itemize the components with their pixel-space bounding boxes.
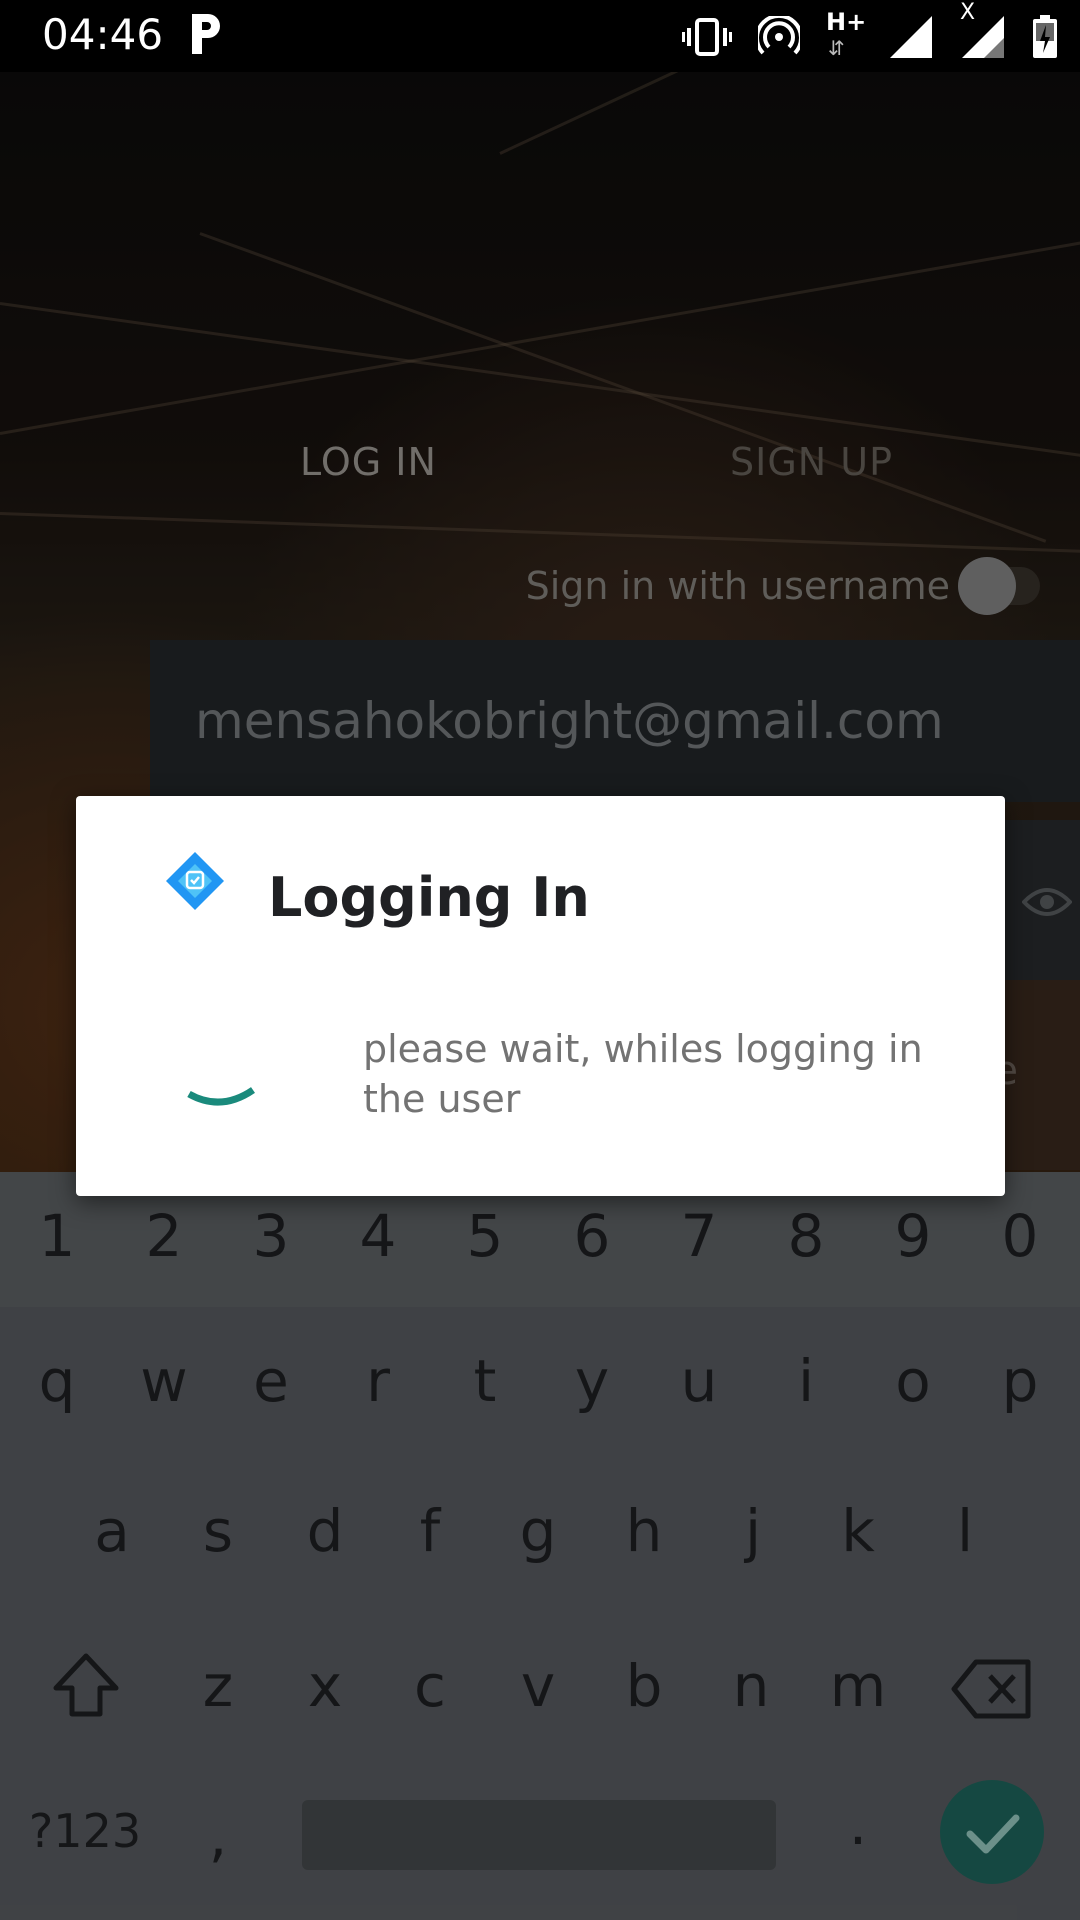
signal-icon: [890, 16, 932, 58]
dialog-message: please wait, whiles logging in the user: [363, 1027, 923, 1121]
loading-spinner: [187, 1087, 255, 1106]
signal-noservice-icon: X: [960, 0, 1006, 60]
vibrate-icon: [682, 18, 732, 56]
hplus-data-icon: H+ ⇵: [826, 8, 867, 60]
dialog-title: Logging In: [268, 866, 590, 929]
logging-in-dialog: Logging In please wait, whiles logging i…: [76, 796, 1005, 1196]
hotspot-icon: [758, 16, 800, 55]
app-logo-icon: [166, 852, 224, 910]
noservice-mark: X: [960, 0, 976, 25]
network-type-label: H+: [826, 8, 867, 36]
status-time: 04:46: [42, 10, 164, 59]
parking-icon: [192, 14, 220, 54]
battery-charging-icon: [1033, 15, 1057, 58]
status-bar: 04:46 H+ ⇵ X: [0, 0, 1080, 72]
